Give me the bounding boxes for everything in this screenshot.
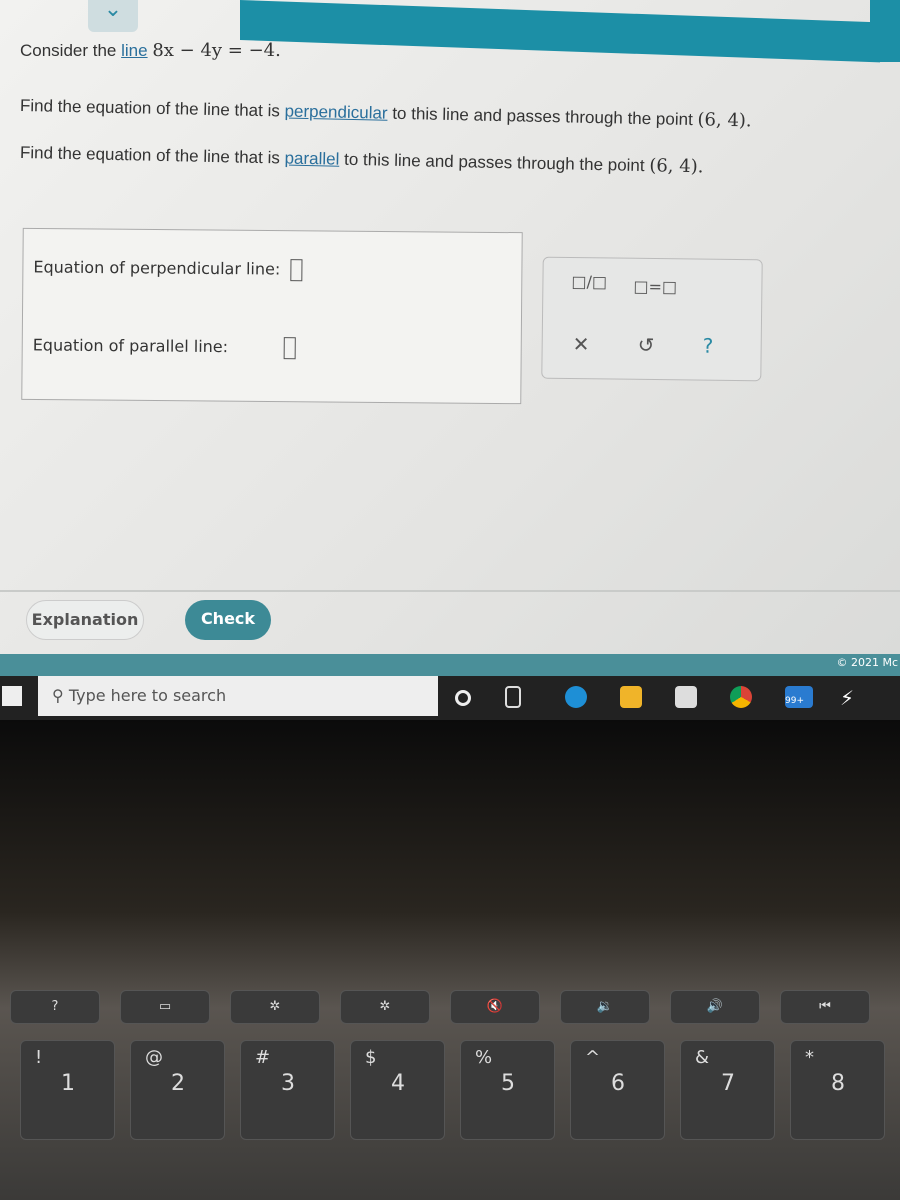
search-placeholder: Type here to search xyxy=(68,686,227,705)
key-digit: 5 xyxy=(501,1071,515,1096)
chrome-icon[interactable] xyxy=(730,686,752,708)
question-line: Consider the line 8x − 4y = −4. xyxy=(20,40,281,61)
text: to this line and passes through the poin… xyxy=(392,103,693,130)
footer: © 2021 Mc xyxy=(0,654,900,676)
function-key[interactable]: 🔉 xyxy=(560,990,650,1024)
number-key[interactable]: * 8 xyxy=(790,1040,885,1140)
undo-button[interactable]: ↺ xyxy=(638,333,655,357)
function-key[interactable]: ? xyxy=(10,990,100,1024)
text: Consider the xyxy=(20,41,117,60)
parallel-input[interactable] xyxy=(283,337,297,360)
key-digit: 8 xyxy=(831,1071,845,1096)
function-key[interactable]: ▭ xyxy=(120,990,210,1024)
text: Find the equation of the line that is xyxy=(19,143,281,168)
point: (6, 4). xyxy=(697,109,752,132)
function-key[interactable]: ⏮ xyxy=(780,990,870,1024)
line-equation: 8x − 4y = −4. xyxy=(152,40,281,61)
shift-symbol: # xyxy=(255,1047,271,1068)
fraction-button[interactable]: □/□ xyxy=(571,272,607,291)
help-button[interactable]: ? xyxy=(703,334,714,358)
task-view-icon[interactable] xyxy=(505,686,521,708)
function-key[interactable]: 🔇 xyxy=(450,990,540,1024)
edge-icon[interactable] xyxy=(565,686,587,708)
divider xyxy=(0,590,900,592)
math-toolbox: □/□ □=□ ✕ ↺ ? xyxy=(541,256,763,382)
store-icon[interactable] xyxy=(675,686,697,708)
key-digit: 4 xyxy=(391,1071,405,1096)
cortana-icon[interactable] xyxy=(455,690,471,706)
answer-box: Equation of perpendicular line: Equation… xyxy=(21,227,523,405)
clear-button[interactable]: ✕ xyxy=(573,332,590,356)
text: Find the equation of the line that is xyxy=(19,96,281,121)
header-bar-edge xyxy=(870,0,900,62)
number-key[interactable]: & 7 xyxy=(680,1040,775,1140)
shift-symbol: $ xyxy=(365,1047,377,1068)
number-key[interactable]: #3 xyxy=(240,1040,335,1140)
app-icon[interactable]: ⚡ xyxy=(840,686,862,710)
number-key[interactable]: % 5 xyxy=(460,1040,555,1140)
copyright: © 2021 Mc xyxy=(836,656,898,669)
key-digit: 6 xyxy=(611,1071,625,1096)
shift-symbol: @ xyxy=(145,1047,163,1068)
windows-icon[interactable] xyxy=(2,686,22,706)
shift-symbol: % xyxy=(475,1047,493,1068)
equation-button[interactable]: □=□ xyxy=(633,277,677,297)
function-key[interactable]: 🔊 xyxy=(670,990,760,1024)
perpendicular-label: Equation of perpendicular line: xyxy=(33,257,281,279)
key-digit: 2 xyxy=(171,1071,185,1096)
mail-badge: 99+ xyxy=(785,696,804,706)
taskbar: ⚲ Type here to search 99+ ⚡ xyxy=(0,676,900,720)
perpendicular-row: Equation of perpendicular line: xyxy=(33,257,303,282)
explanation-button[interactable]: Explanation xyxy=(26,600,144,640)
parallel-link[interactable]: parallel xyxy=(284,149,339,169)
parallel-row: Equation of parallel line: xyxy=(32,335,297,360)
header-bar xyxy=(240,0,880,63)
parallel-label: Equation of parallel line: xyxy=(32,335,229,357)
number-key[interactable]: @2 xyxy=(130,1040,225,1140)
function-key[interactable]: ✲ xyxy=(340,990,430,1024)
key-digit: 7 xyxy=(721,1071,735,1096)
key-digit: 1 xyxy=(61,1071,75,1096)
shift-symbol: ^ xyxy=(585,1047,601,1068)
shift-symbol: ! xyxy=(35,1047,43,1068)
number-key[interactable]: ^ 6 xyxy=(570,1040,665,1140)
point: (6, 4). xyxy=(649,155,704,178)
shift-symbol: & xyxy=(695,1047,710,1068)
mail-icon[interactable]: 99+ xyxy=(785,686,813,708)
number-key[interactable]: ! 1 xyxy=(20,1040,115,1140)
number-key[interactable]: $4 xyxy=(350,1040,445,1140)
shift-symbol: * xyxy=(805,1047,814,1068)
perpendicular-input[interactable] xyxy=(290,259,303,282)
question-parallel: Find the equation of the line that is pa… xyxy=(20,142,704,177)
perpendicular-link[interactable]: perpendicular xyxy=(284,102,387,123)
chevron-down-icon[interactable]: ⌄ xyxy=(88,0,138,32)
text: to this line and passes through the poin… xyxy=(343,149,645,176)
question-perpendicular: Find the equation of the line that is pe… xyxy=(20,95,752,131)
line-link[interactable]: line xyxy=(121,41,147,60)
function-key[interactable]: ✲ xyxy=(230,990,320,1024)
taskbar-search[interactable]: ⚲ Type here to search xyxy=(38,676,438,716)
key-digit: 3 xyxy=(281,1071,295,1096)
file-explorer-icon[interactable] xyxy=(620,686,642,708)
check-button[interactable]: Check xyxy=(185,600,271,640)
screen: ⌄ Consider the line 8x − 4y = −4. Find t… xyxy=(0,0,900,720)
